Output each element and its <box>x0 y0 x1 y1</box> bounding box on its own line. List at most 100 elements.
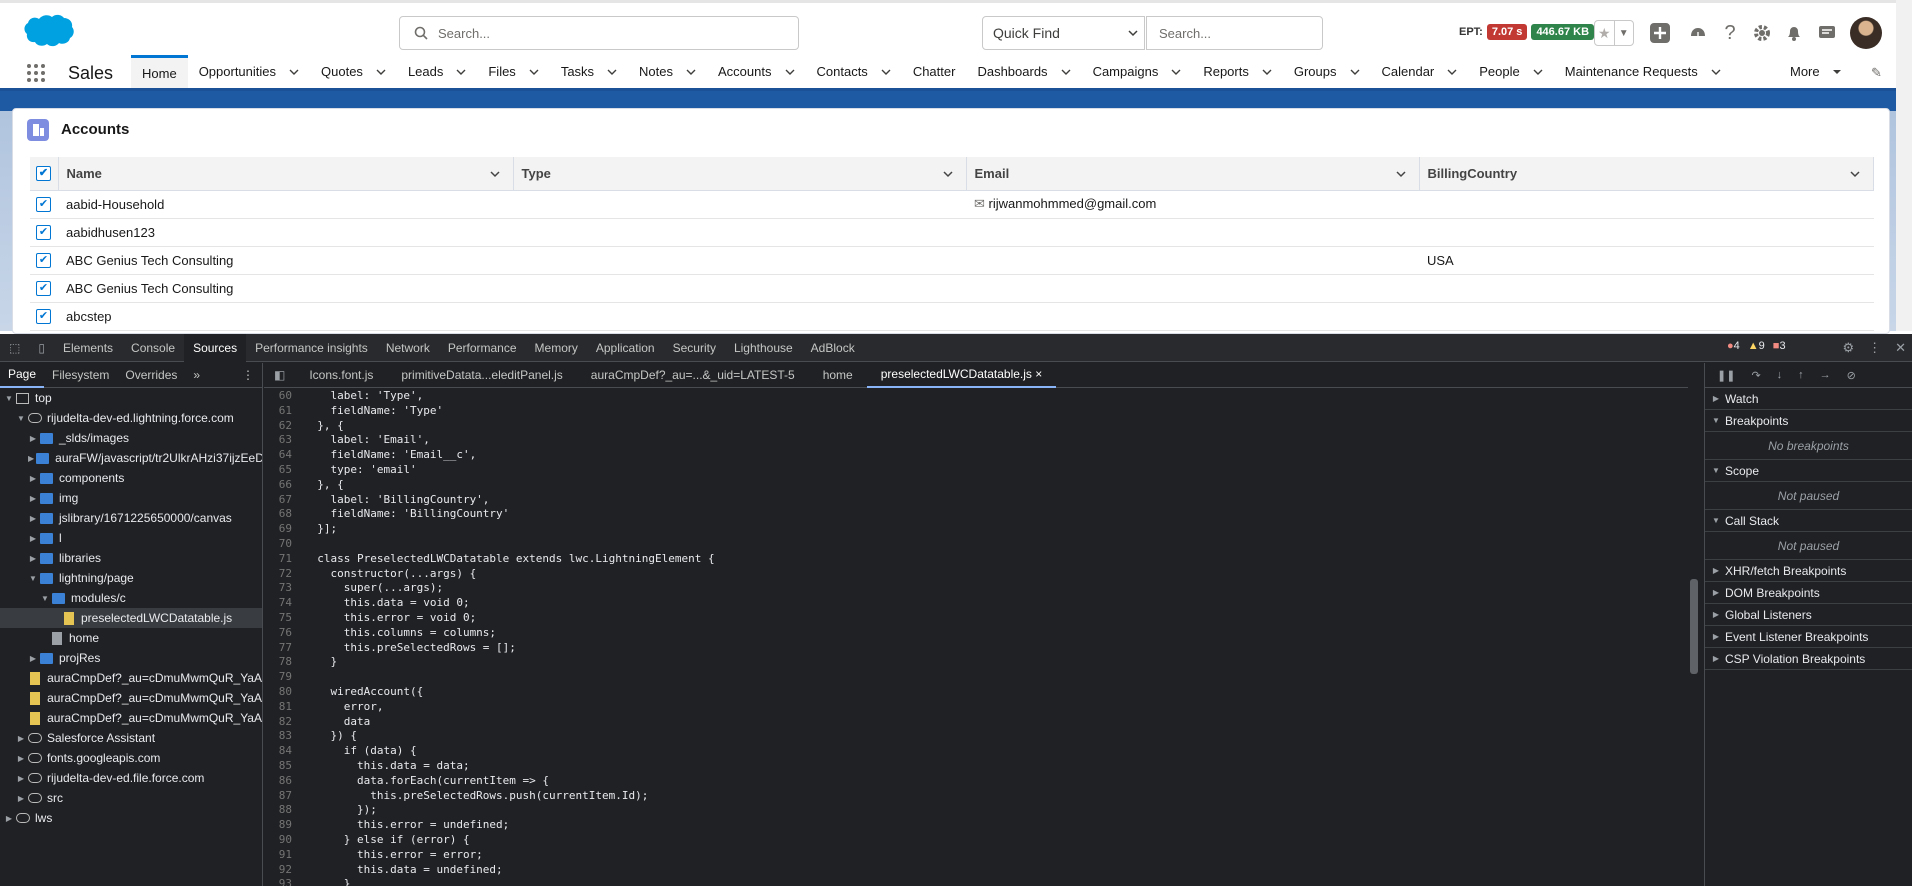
expanded-arrow-icon[interactable]: ▼ <box>1711 416 1721 425</box>
debugger-section-event-listener-breakpoints[interactable]: ▶ Event Listener Breakpoints <box>1705 626 1912 648</box>
more-options-icon[interactable]: ⋮ <box>234 363 262 388</box>
global-actions-icon[interactable] <box>1648 21 1672 45</box>
issue-counters[interactable]: ●4 ▲9 ■3 <box>1727 340 1786 352</box>
inspect-icon[interactable]: ⬚ <box>9 341 20 355</box>
gear-icon[interactable] <box>1750 21 1774 45</box>
step-over-icon[interactable]: ↷ <box>1751 369 1760 382</box>
chevron-down-icon[interactable] <box>1711 67 1721 77</box>
app-launcher-icon[interactable] <box>27 64 45 82</box>
row-checkbox[interactable]: ✔ <box>36 252 51 268</box>
chevron-down-icon[interactable] <box>686 67 696 77</box>
line-number[interactable]: 83 <box>264 729 304 744</box>
line-number[interactable]: 84 <box>264 744 304 759</box>
line-number[interactable]: 76 <box>264 626 304 641</box>
chevron-down-icon[interactable] <box>1447 67 1457 77</box>
nav-item-calendar[interactable]: Calendar <box>1371 55 1469 88</box>
collapsed-arrow-icon[interactable]: ▶ <box>1711 632 1721 641</box>
tree-item[interactable]: ▶ fonts.googleapis.com <box>0 748 262 768</box>
email-link[interactable]: rijwanmohmmed@gmail.com <box>989 196 1157 211</box>
line-number[interactable]: 91 <box>264 848 304 863</box>
line-number[interactable]: 93 <box>264 877 304 886</box>
tree-item[interactable]: ▼ top <box>0 388 262 408</box>
expanded-arrow-icon[interactable]: ▼ <box>16 414 26 423</box>
nav-item-leads[interactable]: Leads <box>397 55 477 88</box>
tree-item[interactable]: ▶ auraFW/javascript/tr2UlkrAHzi37ijzEeD <box>0 448 262 468</box>
tree-item[interactable]: ▶ src <box>0 788 262 808</box>
debugger-section-scope[interactable]: ▼ Scope <box>1705 460 1912 482</box>
row-checkbox[interactable]: ✔ <box>36 280 51 296</box>
collapsed-arrow-icon[interactable]: ▶ <box>28 534 38 543</box>
star-icon[interactable]: ★ <box>1595 21 1614 45</box>
column-header-name[interactable]: Name <box>58 157 514 191</box>
tree-item[interactable]: ▶ l <box>0 528 262 548</box>
collapsed-arrow-icon[interactable]: ▶ <box>28 514 38 523</box>
line-number[interactable]: 65 <box>264 463 304 478</box>
nav-item-home[interactable]: Home <box>131 55 188 88</box>
line-number[interactable]: 70 <box>264 537 304 552</box>
devtools-tab-memory[interactable]: Memory <box>526 334 587 362</box>
chevron-down-icon[interactable] <box>607 67 617 77</box>
bell-icon[interactable] <box>1782 21 1806 45</box>
line-number[interactable]: 86 <box>264 774 304 789</box>
chevron-down-icon[interactable] <box>456 67 466 77</box>
tree-item[interactable]: home <box>0 628 262 648</box>
line-number[interactable]: 68 <box>264 507 304 522</box>
line-number[interactable]: 66 <box>264 478 304 493</box>
scrollbar-thumb[interactable] <box>1690 579 1698 674</box>
nav-item-chatter[interactable]: Chatter <box>902 55 967 88</box>
devtools-tab-lighthouse[interactable]: Lighthouse <box>725 334 802 362</box>
line-number[interactable]: 90 <box>264 833 304 848</box>
expanded-arrow-icon[interactable]: ▼ <box>40 594 50 603</box>
step-into-icon[interactable]: ↓ <box>1777 369 1783 381</box>
nav-item-quotes[interactable]: Quotes <box>310 55 397 88</box>
help-icon[interactable]: ? <box>1718 21 1742 45</box>
line-number[interactable]: 88 <box>264 803 304 818</box>
nav-more-button[interactable]: More <box>1790 55 1842 88</box>
tree-item[interactable]: ▶ projRes <box>0 648 262 668</box>
line-number[interactable]: 64 <box>264 448 304 463</box>
line-number[interactable]: 79 <box>264 670 304 685</box>
user-avatar[interactable] <box>1850 17 1882 49</box>
debugger-section-xhr-fetch-breakpoints[interactable]: ▶ XHR/fetch Breakpoints <box>1705 560 1912 582</box>
deactivate-breakpoints-icon[interactable]: ⊘ <box>1847 369 1856 382</box>
row-checkbox[interactable]: ✔ <box>36 224 51 240</box>
nav-item-notes[interactable]: Notes <box>628 55 707 88</box>
quick-find-search-input[interactable]: Search... <box>1146 16 1323 50</box>
collapsed-arrow-icon[interactable]: ▶ <box>16 754 26 763</box>
toggle-navigator-icon[interactable]: ◧ <box>264 368 295 382</box>
tree-item[interactable]: auraCmpDef?_au=cDmuMwmQuR_YaA <box>0 668 262 688</box>
line-number[interactable]: 80 <box>264 685 304 700</box>
line-number[interactable]: 85 <box>264 759 304 774</box>
line-number[interactable]: 63 <box>264 433 304 448</box>
collapsed-arrow-icon[interactable]: ▶ <box>28 474 38 483</box>
chevron-down-icon[interactable] <box>529 67 539 77</box>
devtools-tab-elements[interactable]: Elements <box>54 334 122 362</box>
line-number[interactable]: 78 <box>264 655 304 670</box>
edit-nav-icon[interactable]: ✎ <box>1871 65 1882 81</box>
nav-item-dashboards[interactable]: Dashboards <box>966 55 1081 88</box>
collapsed-arrow-icon[interactable]: ▶ <box>1711 588 1721 597</box>
line-number[interactable]: 62 <box>264 419 304 434</box>
tree-item[interactable]: ▶ libraries <box>0 548 262 568</box>
nav-item-reports[interactable]: Reports <box>1192 55 1283 88</box>
nav-item-groups[interactable]: Groups <box>1283 55 1371 88</box>
chevron-down-icon[interactable] <box>942 168 954 180</box>
collapsed-arrow-icon[interactable]: ▶ <box>1711 566 1721 575</box>
row-checkbox[interactable]: ✔ <box>36 308 51 324</box>
chevron-down-icon[interactable] <box>1061 67 1071 77</box>
nav-item-files[interactable]: Files <box>477 55 549 88</box>
line-number[interactable]: 69 <box>264 522 304 537</box>
chevron-down-icon[interactable] <box>1262 67 1272 77</box>
collapsed-arrow-icon[interactable]: ▶ <box>1711 654 1721 663</box>
chevron-down-icon[interactable] <box>1350 67 1360 77</box>
editor-tab[interactable]: preselectedLWCDatatable.js × <box>866 362 1057 388</box>
editor-tab[interactable]: primitiveDatata...eleditPanel.js <box>387 363 576 388</box>
navigator-tab[interactable]: Page <box>0 363 45 388</box>
column-header-email[interactable]: Email <box>966 157 1420 191</box>
page-scrollbar[interactable] <box>1896 0 1912 331</box>
devtools-tab-performance[interactable]: Performance <box>439 334 526 362</box>
code-editor[interactable]: 60 label: 'Type', 61 fieldName: 'Type' 62 … <box>264 389 1688 886</box>
quick-find-select[interactable]: Quick Find <box>982 16 1145 50</box>
devtools-tab-network[interactable]: Network <box>377 334 439 362</box>
devtools-tab-application[interactable]: Application <box>587 334 664 362</box>
